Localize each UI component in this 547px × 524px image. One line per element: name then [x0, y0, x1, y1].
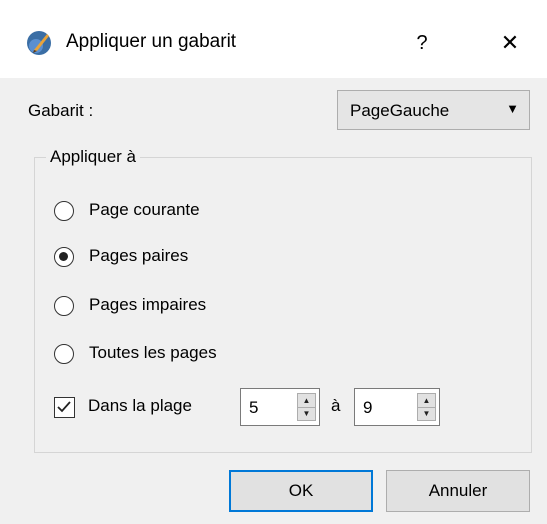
range-to-value[interactable]: 9 — [363, 398, 372, 418]
template-label: Gabarit : — [28, 101, 94, 120]
help-button[interactable]: ? — [398, 20, 446, 66]
radio-label: Page courante — [89, 200, 200, 219]
spin-down-icon[interactable]: ▼ — [418, 407, 435, 420]
radio-button[interactable] — [54, 344, 74, 364]
spin-down-icon[interactable]: ▼ — [298, 407, 315, 420]
radio-button[interactable] — [54, 201, 74, 221]
radio-label: Pages paires — [89, 246, 189, 265]
dialog-title: Appliquer un gabarit — [66, 31, 237, 52]
apply-to-title: Appliquer à — [46, 147, 141, 167]
chevron-down-icon: ▼ — [506, 101, 519, 116]
range-label: Dans la plage — [88, 396, 192, 415]
ok-button[interactable]: OK — [229, 470, 373, 512]
radio-button[interactable] — [54, 247, 74, 267]
range-to-spinbox[interactable]: 9 ▲ ▼ — [354, 388, 440, 426]
radio-label: Pages impaires — [89, 295, 207, 314]
range-from-spinbox[interactable]: 5 ▲ ▼ — [240, 388, 320, 426]
spin-up-icon[interactable]: ▲ — [418, 394, 435, 408]
cancel-button[interactable]: Annuler — [386, 470, 530, 512]
radio-button[interactable] — [54, 296, 74, 316]
range-from-value[interactable]: 5 — [249, 398, 258, 418]
range-to-label: à — [331, 396, 341, 415]
close-icon[interactable]: ✕ — [484, 20, 536, 66]
scribus-app-icon — [27, 31, 51, 55]
spin-up-icon[interactable]: ▲ — [298, 394, 315, 408]
template-selected-value: PageGauche — [350, 101, 450, 120]
dialog-titlebar: Appliquer un gabarit ? ✕ — [0, 0, 547, 78]
spin-buttons: ▲ ▼ — [417, 393, 436, 421]
checkmark-icon — [57, 401, 71, 413]
template-select[interactable]: PageGauche ▼ — [337, 90, 530, 130]
range-checkbox[interactable] — [54, 397, 75, 418]
spin-buttons: ▲ ▼ — [297, 393, 316, 421]
radio-label: Toutes les pages — [89, 343, 217, 362]
